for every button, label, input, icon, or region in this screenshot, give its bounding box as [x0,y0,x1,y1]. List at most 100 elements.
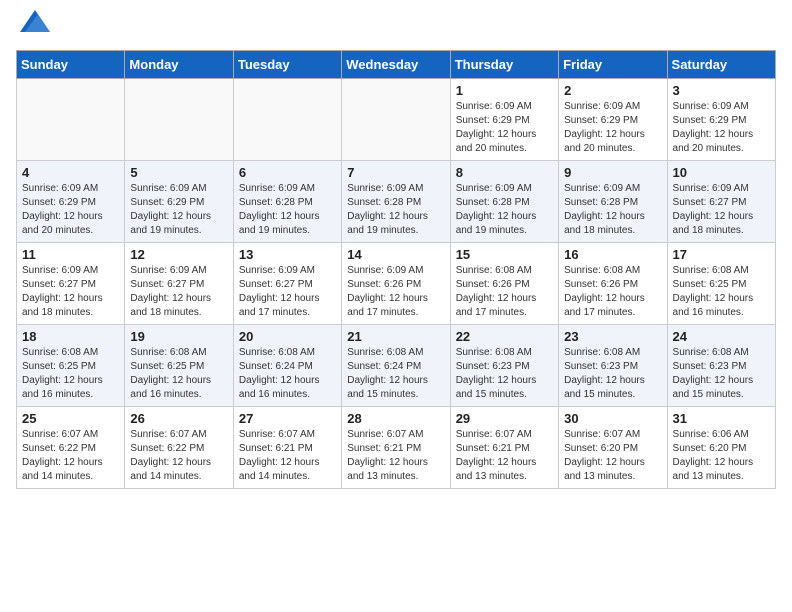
calendar-cell: 11 Sunrise: 6:09 AM Sunset: 6:27 PM Dayli… [17,243,125,325]
day-info: Sunrise: 6:09 AM Sunset: 6:27 PM Dayligh… [22,264,119,320]
calendar-cell: 10 Sunrise: 6:09 AM Sunset: 6:27 PM Dayli… [667,161,775,243]
logo-icon [20,10,50,32]
day-info: Sunrise: 6:07 AM Sunset: 6:21 PM Dayligh… [347,428,444,484]
day-info: Sunrise: 6:08 AM Sunset: 6:24 PM Dayligh… [347,346,444,402]
calendar-cell: 23 Sunrise: 6:08 AM Sunset: 6:23 PM Dayli… [559,325,667,407]
calendar-cell: 25 Sunrise: 6:07 AM Sunset: 6:22 PM Dayli… [17,407,125,489]
day-number: 10 [673,165,770,180]
day-number: 3 [673,83,770,98]
weekday-header-monday: Monday [125,51,233,79]
day-number: 25 [22,411,119,426]
day-info: Sunrise: 6:08 AM Sunset: 6:25 PM Dayligh… [130,346,227,402]
weekday-header-friday: Friday [559,51,667,79]
calendar-cell: 31 Sunrise: 6:06 AM Sunset: 6:20 PM Dayli… [667,407,775,489]
calendar-cell: 27Sunrise: 6:07 AM Sunset: 6:21 PM Dayli… [233,407,341,489]
calendar-cell: 28 Sunrise: 6:07 AM Sunset: 6:21 PM Dayli… [342,407,450,489]
calendar-table: SundayMondayTuesdayWednesdayThursdayFrid… [16,50,776,489]
day-number: 5 [130,165,227,180]
day-info: Sunrise: 6:09 AM Sunset: 6:28 PM Dayligh… [456,182,553,238]
day-number: 30 [564,411,661,426]
calendar-cell: 5 Sunrise: 6:09 AM Sunset: 6:29 PM Daylig… [125,161,233,243]
calendar-cell: 13 Sunrise: 6:09 AM Sunset: 6:27 PM Dayli… [233,243,341,325]
day-number: 6 [239,165,336,180]
day-number: 17 [673,247,770,262]
calendar-cell: 1Sunrise: 6:09 AM Sunset: 6:29 PM Daylig… [450,79,558,161]
calendar-cell: 9Sunrise: 6:09 AM Sunset: 6:28 PM Daylig… [559,161,667,243]
day-info: Sunrise: 6:09 AM Sunset: 6:29 PM Dayligh… [22,182,119,238]
weekday-header-thursday: Thursday [450,51,558,79]
calendar-cell: 20Sunrise: 6:08 AM Sunset: 6:24 PM Dayli… [233,325,341,407]
logo [16,16,50,38]
day-number: 28 [347,411,444,426]
day-info: Sunrise: 6:08 AM Sunset: 6:25 PM Dayligh… [673,264,770,320]
day-info: Sunrise: 6:08 AM Sunset: 6:25 PM Dayligh… [22,346,119,402]
day-info: Sunrise: 6:08 AM Sunset: 6:23 PM Dayligh… [456,346,553,402]
calendar-header-row: SundayMondayTuesdayWednesdayThursdayFrid… [17,51,776,79]
calendar-week-row: 4Sunrise: 6:09 AM Sunset: 6:29 PM Daylig… [17,161,776,243]
page-header [16,16,776,38]
day-number: 31 [673,411,770,426]
day-number: 11 [22,247,119,262]
day-info: Sunrise: 6:07 AM Sunset: 6:21 PM Dayligh… [456,428,553,484]
day-number: 14 [347,247,444,262]
weekday-header-wednesday: Wednesday [342,51,450,79]
day-info: Sunrise: 6:06 AM Sunset: 6:20 PM Dayligh… [673,428,770,484]
day-info: Sunrise: 6:07 AM Sunset: 6:22 PM Dayligh… [22,428,119,484]
day-number: 2 [564,83,661,98]
calendar-cell: 26 Sunrise: 6:07 AM Sunset: 6:22 PM Dayli… [125,407,233,489]
day-info: Sunrise: 6:09 AM Sunset: 6:29 PM Dayligh… [456,100,553,156]
day-number: 19 [130,329,227,344]
day-info: Sunrise: 6:09 AM Sunset: 6:27 PM Dayligh… [239,264,336,320]
day-info: Sunrise: 6:08 AM Sunset: 6:23 PM Dayligh… [564,346,661,402]
calendar-cell: 15Sunrise: 6:08 AM Sunset: 6:26 PM Dayli… [450,243,558,325]
weekday-header-sunday: Sunday [17,51,125,79]
calendar-cell: 29 Sunrise: 6:07 AM Sunset: 6:21 PM Dayli… [450,407,558,489]
weekday-header-saturday: Saturday [667,51,775,79]
weekday-header-tuesday: Tuesday [233,51,341,79]
day-info: Sunrise: 6:09 AM Sunset: 6:28 PM Dayligh… [239,182,336,238]
day-info: Sunrise: 6:09 AM Sunset: 6:27 PM Dayligh… [130,264,227,320]
day-number: 26 [130,411,227,426]
day-number: 18 [22,329,119,344]
calendar-cell: 14 Sunrise: 6:09 AM Sunset: 6:26 PM Dayli… [342,243,450,325]
day-number: 29 [456,411,553,426]
day-info: Sunrise: 6:07 AM Sunset: 6:22 PM Dayligh… [130,428,227,484]
day-info: Sunrise: 6:09 AM Sunset: 6:29 PM Dayligh… [130,182,227,238]
calendar-cell [342,79,450,161]
calendar-cell [125,79,233,161]
day-number: 7 [347,165,444,180]
day-number: 21 [347,329,444,344]
calendar-cell [233,79,341,161]
calendar-cell: 6 Sunrise: 6:09 AM Sunset: 6:28 PM Daylig… [233,161,341,243]
day-number: 23 [564,329,661,344]
day-info: Sunrise: 6:09 AM Sunset: 6:27 PM Dayligh… [673,182,770,238]
calendar-week-row: 18 Sunrise: 6:08 AM Sunset: 6:25 PM Dayli… [17,325,776,407]
day-number: 13 [239,247,336,262]
day-info: Sunrise: 6:08 AM Sunset: 6:26 PM Dayligh… [564,264,661,320]
day-info: Sunrise: 6:08 AM Sunset: 6:26 PM Dayligh… [456,264,553,320]
day-info: Sunrise: 6:09 AM Sunset: 6:28 PM Dayligh… [347,182,444,238]
day-info: Sunrise: 6:07 AM Sunset: 6:20 PM Dayligh… [564,428,661,484]
calendar-cell: 17 Sunrise: 6:08 AM Sunset: 6:25 PM Dayli… [667,243,775,325]
calendar-cell: 16Sunrise: 6:08 AM Sunset: 6:26 PM Dayli… [559,243,667,325]
day-number: 22 [456,329,553,344]
day-info: Sunrise: 6:08 AM Sunset: 6:23 PM Dayligh… [673,346,770,402]
calendar-cell: 24 Sunrise: 6:08 AM Sunset: 6:23 PM Dayli… [667,325,775,407]
day-number: 24 [673,329,770,344]
calendar-week-row: 25 Sunrise: 6:07 AM Sunset: 6:22 PM Dayli… [17,407,776,489]
calendar-week-row: 1Sunrise: 6:09 AM Sunset: 6:29 PM Daylig… [17,79,776,161]
calendar-cell: 3 Sunrise: 6:09 AM Sunset: 6:29 PM Daylig… [667,79,775,161]
calendar-cell: 4Sunrise: 6:09 AM Sunset: 6:29 PM Daylig… [17,161,125,243]
day-info: Sunrise: 6:09 AM Sunset: 6:29 PM Dayligh… [673,100,770,156]
calendar-cell: 7 Sunrise: 6:09 AM Sunset: 6:28 PM Daylig… [342,161,450,243]
day-info: Sunrise: 6:09 AM Sunset: 6:26 PM Dayligh… [347,264,444,320]
day-number: 9 [564,165,661,180]
calendar-cell: 22 Sunrise: 6:08 AM Sunset: 6:23 PM Dayli… [450,325,558,407]
day-info: Sunrise: 6:08 AM Sunset: 6:24 PM Dayligh… [239,346,336,402]
calendar-cell: 21 Sunrise: 6:08 AM Sunset: 6:24 PM Dayli… [342,325,450,407]
day-number: 12 [130,247,227,262]
calendar-cell [17,79,125,161]
day-info: Sunrise: 6:07 AM Sunset: 6:21 PM Dayligh… [239,428,336,484]
calendar-cell: 18 Sunrise: 6:08 AM Sunset: 6:25 PM Dayli… [17,325,125,407]
day-number: 8 [456,165,553,180]
